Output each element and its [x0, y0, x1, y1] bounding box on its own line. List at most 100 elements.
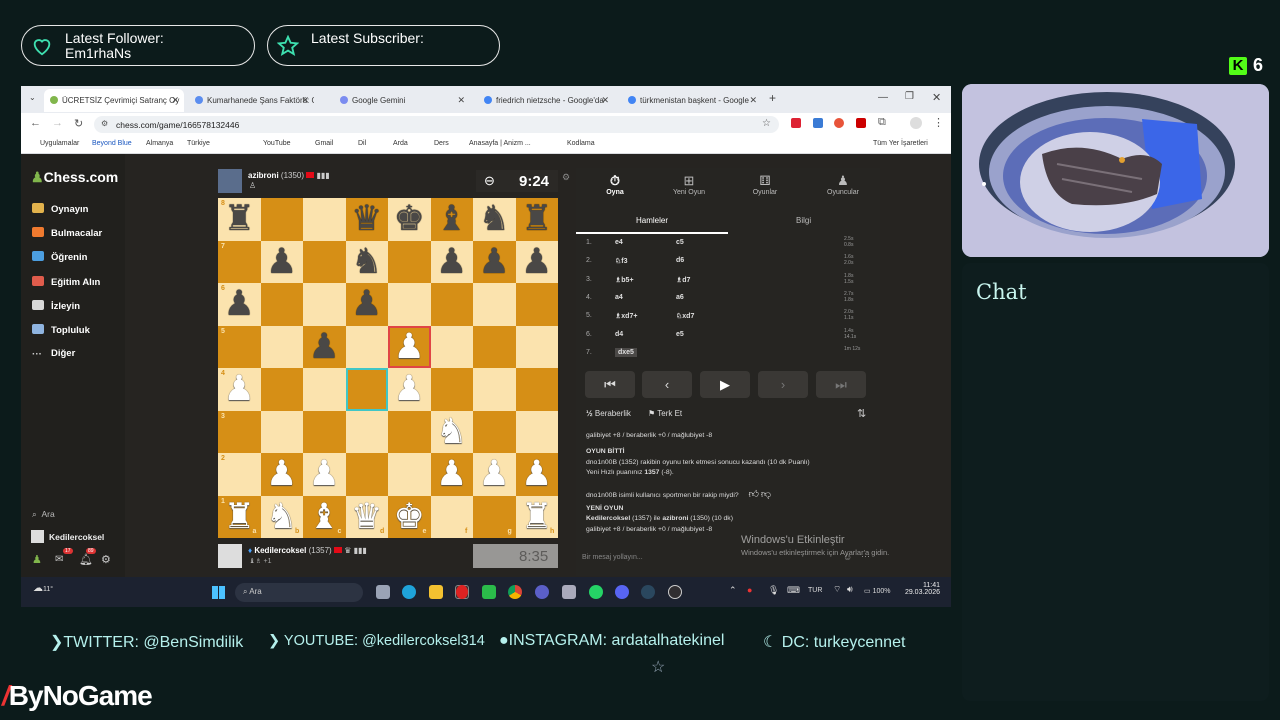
battery-indicator[interactable]: ▭ 100% [864, 587, 890, 595]
url-field[interactable]: ⚙ chess.com/game/166578132446 ☆ [94, 116, 779, 133]
sidebar-item-play[interactable]: Oynayın [32, 203, 89, 215]
black-piece[interactable]: ♞ [346, 241, 389, 283]
subtab-info[interactable]: Bilgi [796, 216, 811, 225]
white-piece[interactable]: ♟ [473, 453, 516, 495]
white-move[interactable]: ♗xd7+ [615, 312, 637, 320]
next-move-button[interactable]: ▶ [700, 371, 750, 398]
black-move[interactable]: a6 [676, 294, 684, 301]
board-square[interactable] [473, 410, 516, 453]
board-square[interactable] [260, 283, 303, 326]
board-square[interactable] [388, 410, 431, 453]
black-move[interactable]: c5 [676, 239, 684, 246]
thumbs-up-icon[interactable]: 👍︎ [749, 489, 759, 500]
tab-gemini[interactable]: Google Gemini ✕ [334, 89, 470, 112]
back-icon[interactable]: ← [30, 117, 41, 129]
board-square[interactable] [260, 325, 303, 368]
board-square[interactable] [515, 283, 558, 326]
tray-app-icon[interactable]: ● [747, 585, 752, 595]
bookmark-gmail[interactable]: Gmail [315, 140, 333, 147]
board-square[interactable] [303, 240, 346, 283]
white-move[interactable]: e4 [615, 239, 623, 246]
bookmark-arda[interactable]: Arda [393, 140, 408, 147]
close-icon[interactable]: ✕ [749, 95, 757, 106]
thumbs-down-icon[interactable]: 👎︎ [761, 489, 771, 500]
tab-play[interactable]: ⏱ Oyna [598, 173, 632, 196]
app-icon[interactable] [535, 585, 549, 599]
board-square[interactable] [430, 325, 473, 368]
forward-move-button[interactable]: › [758, 371, 808, 398]
language-indicator[interactable]: TUR [808, 587, 822, 594]
board-square[interactable] [515, 325, 558, 368]
pen-icon[interactable] [562, 585, 576, 599]
keyboard-icon[interactable]: ⌨ [787, 585, 800, 596]
white-piece[interactable]: ♟ [516, 453, 559, 495]
board-square[interactable] [515, 410, 558, 453]
menu-icon[interactable]: ⋮ [933, 116, 944, 129]
clock[interactable]: 11:41 29.03.2026 [904, 582, 940, 596]
close-icon[interactable]: ✕ [171, 95, 179, 106]
white-move[interactable]: dxe5 [615, 347, 637, 357]
mic-icon[interactable]: 🎙︎ [768, 585, 779, 596]
opponent-name[interactable]: azibroni [248, 171, 279, 180]
bookmark-turkiye[interactable]: Türkiye [187, 140, 210, 147]
sidebar-item-community[interactable]: Topluluk [32, 324, 90, 336]
white-piece[interactable]: ♟ [261, 453, 304, 495]
black-piece[interactable]: ♚ [388, 198, 431, 240]
edge-icon[interactable] [402, 585, 416, 599]
bookmark-all[interactable]: Tüm Yer İşaretleri [873, 140, 928, 147]
board-square[interactable] [388, 453, 431, 496]
black-piece[interactable]: ♟ [261, 241, 304, 283]
extension-icon[interactable] [856, 118, 866, 128]
tab-chess[interactable]: ÜCRETSİZ Çevrimiçi Satranç Oy ✕ [44, 89, 184, 112]
white-move[interactable]: ♘f3 [615, 257, 628, 265]
black-piece[interactable]: ♞ [473, 198, 516, 240]
reload-icon[interactable]: ↻ [74, 117, 83, 130]
sidebar-user[interactable]: Kedilercoksel [31, 530, 104, 543]
line-icon[interactable] [482, 585, 496, 599]
white-move[interactable]: ♗b5+ [615, 276, 634, 284]
start-button[interactable] [212, 586, 225, 599]
board-square[interactable] [473, 283, 516, 326]
chess-board[interactable]: ♜ ♛ ♚ ♝ ♞ ♜ ♟ ♞ ♟ ♟ ♟ ♟ ♟ ♟ ♟ ♟ ♟ ♞ ♟ ♟ ♟ ♟ ♟ ♜ ♞ ♝ ♛ ♚ ♜ 8 7 6 5 4 3 2 1 a b c… [218, 198, 558, 538]
board-square[interactable] [260, 410, 303, 453]
white-move[interactable]: d4 [615, 331, 623, 338]
board-square[interactable] [303, 198, 346, 241]
last-move-button[interactable]: ⏭ [816, 371, 866, 398]
whatsapp-icon[interactable] [589, 585, 603, 599]
flip-board-icon[interactable]: ⇅ [857, 407, 866, 420]
settings-gear-icon[interactable]: ⚙ [101, 553, 111, 566]
black-piece[interactable]: ♟ [303, 326, 346, 368]
draw-button[interactable]: ½ Beraberlik [586, 409, 631, 418]
tab-search-icon[interactable]: ⌄ [29, 93, 36, 102]
black-move[interactable]: ♘xd7 [676, 312, 694, 320]
bookmark-apps[interactable]: Uygulamalar [40, 140, 79, 147]
chess-logo[interactable]: ♟Chess.com [31, 169, 118, 186]
close-icon[interactable]: ✕ [457, 95, 465, 106]
player-avatar[interactable] [218, 544, 242, 568]
board-square[interactable] [303, 410, 346, 453]
tab-nietzsche[interactable]: friedrich nietzsche - Google'da ✕ [478, 89, 614, 112]
tab-kumarhane[interactable]: Kumarhanede Şans Faktörü: Ol ✕ [189, 89, 314, 112]
board-square[interactable] [260, 198, 303, 241]
puzzle-icon[interactable]: ⧉ [878, 116, 886, 129]
board-square[interactable] [345, 410, 388, 453]
black-piece[interactable]: ♜ [516, 198, 559, 240]
profile-avatar-icon[interactable] [910, 117, 922, 129]
chrome-icon[interactable] [508, 585, 522, 599]
bookmark-star-icon[interactable]: ☆ [762, 118, 771, 129]
close-icon[interactable]: ✕ [301, 95, 309, 106]
white-piece[interactable]: ♟ [303, 453, 346, 495]
steam-icon[interactable] [641, 585, 655, 599]
black-piece[interactable]: ♟ [431, 241, 474, 283]
minimize-icon[interactable]: — [878, 92, 888, 103]
white-move[interactable]: a4 [615, 294, 623, 301]
board-square[interactable] [388, 283, 431, 326]
black-move[interactable]: e5 [676, 331, 684, 338]
extension-icon[interactable] [834, 118, 844, 128]
board-square[interactable] [345, 325, 388, 368]
bookmark-ders[interactable]: Ders [434, 140, 449, 147]
subtab-moves[interactable]: Hamleler [636, 216, 668, 225]
extension-icon[interactable] [813, 118, 823, 128]
sidebar-item-puzzles[interactable]: Bulmacalar [32, 227, 102, 239]
board-square[interactable] [345, 453, 388, 496]
